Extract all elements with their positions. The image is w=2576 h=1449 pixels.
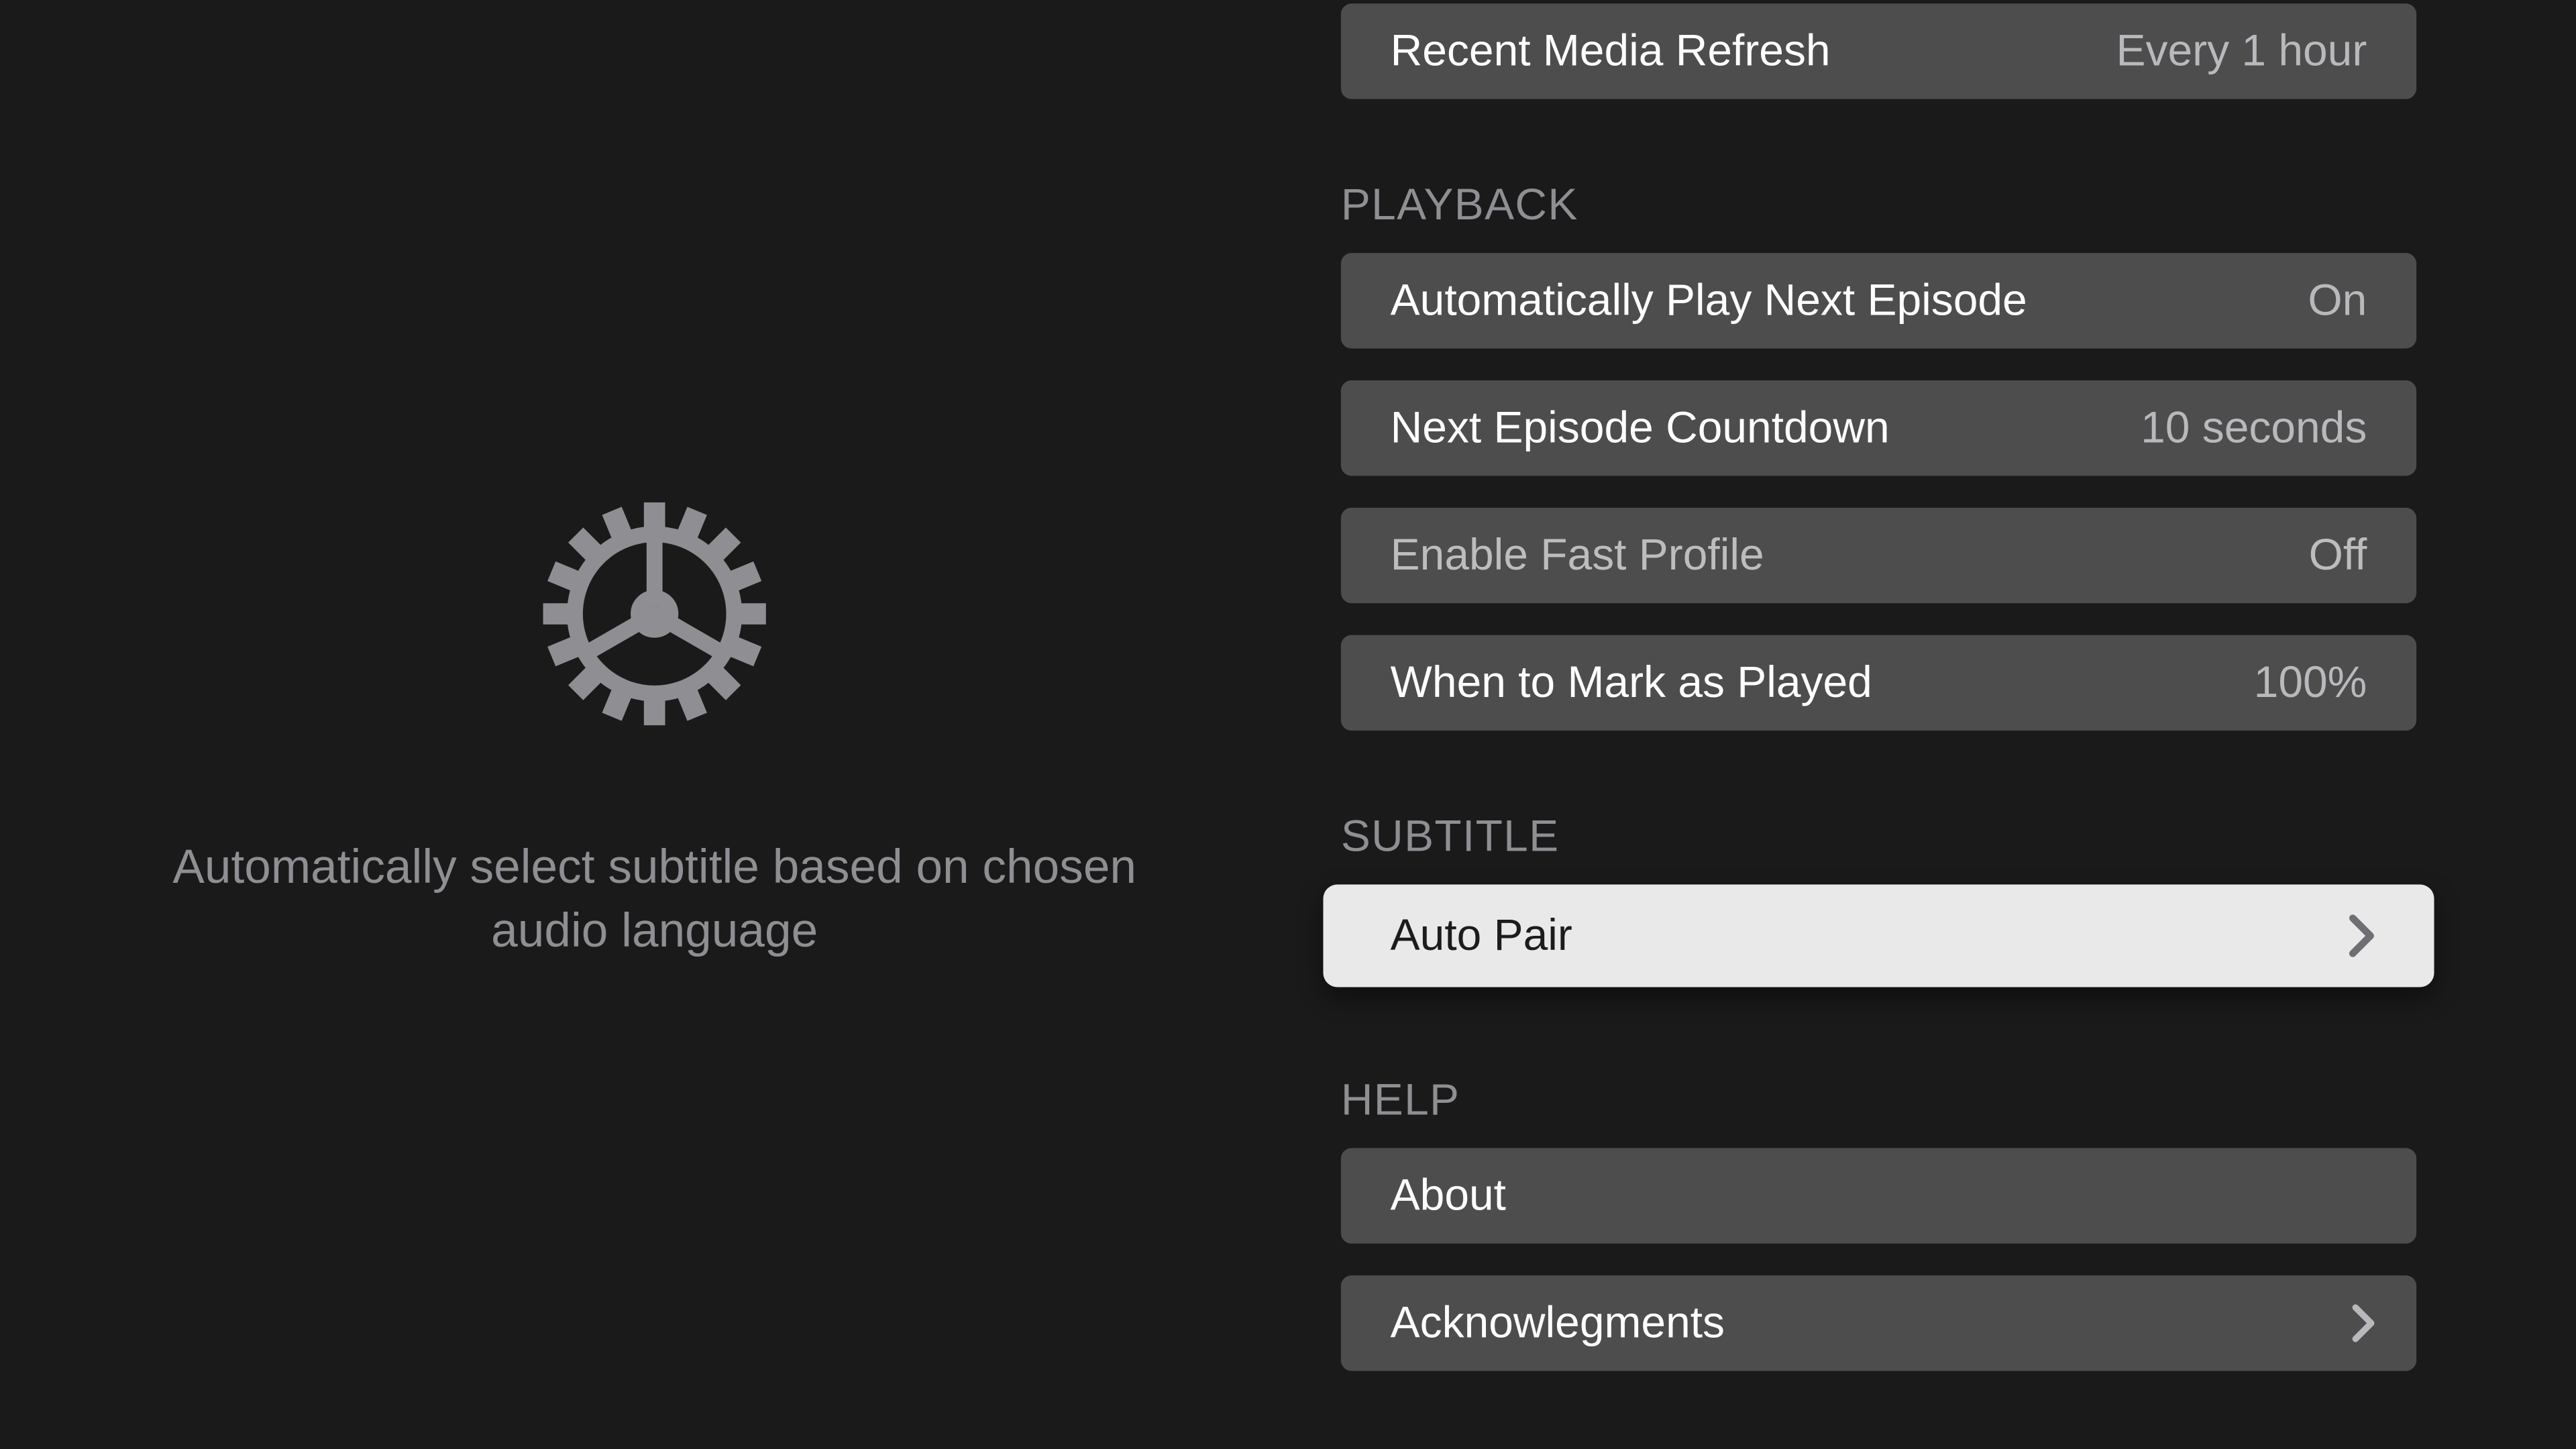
settings-list: Recent Media Refresh Every 1 hour PLAYBA… xyxy=(1341,3,2416,1371)
row-value: 10 seconds xyxy=(2141,402,2367,453)
gear-icon xyxy=(522,481,788,755)
row-value: On xyxy=(2308,275,2367,326)
row-value: Off xyxy=(2309,530,2367,581)
row-value: 100% xyxy=(2254,657,2367,708)
chevron-right-icon xyxy=(2346,911,2377,961)
row-label: About xyxy=(1391,1170,1506,1221)
row-label: Automatically Play Next Episode xyxy=(1391,275,2027,326)
row-value: Every 1 hour xyxy=(2116,25,2367,76)
row-mark-played[interactable]: When to Mark as Played 100% xyxy=(1341,635,2416,731)
row-label: When to Mark as Played xyxy=(1391,657,1872,708)
row-label: Acknowlegments xyxy=(1391,1297,1725,1348)
detail-pane: Automatically select subtitle based on c… xyxy=(0,0,1309,1444)
row-label: Next Episode Countdown xyxy=(1391,402,1890,453)
row-next-countdown[interactable]: Next Episode Countdown 10 seconds xyxy=(1341,380,2416,476)
row-about[interactable]: About xyxy=(1341,1148,2416,1243)
row-acknowledgments[interactable]: Acknowlegments xyxy=(1341,1275,2416,1371)
row-label: Recent Media Refresh xyxy=(1391,25,1831,76)
row-recent-media-refresh[interactable]: Recent Media Refresh Every 1 hour xyxy=(1341,3,2416,99)
row-auto-pair[interactable]: Auto Pair xyxy=(1323,885,2434,987)
chevron-right-icon xyxy=(2349,1300,2377,1346)
detail-description: Automatically select subtitle based on c… xyxy=(124,837,1185,963)
row-label: Enable Fast Profile xyxy=(1391,530,1764,581)
section-header-subtitle: SUBTITLE xyxy=(1341,812,2416,884)
row-auto-play-next[interactable]: Automatically Play Next Episode On xyxy=(1341,253,2416,348)
section-header-help: HELP xyxy=(1341,1075,2416,1148)
row-label: Auto Pair xyxy=(1391,910,1572,961)
row-fast-profile[interactable]: Enable Fast Profile Off xyxy=(1341,508,2416,603)
section-header-playback: PLAYBACK xyxy=(1341,180,2416,253)
